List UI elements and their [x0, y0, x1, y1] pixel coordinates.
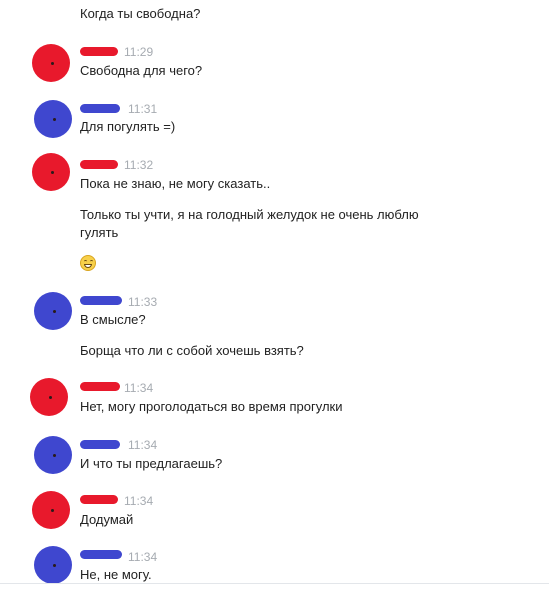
message-text: Борща что ли с собой хочешь взять? [80, 343, 304, 358]
sender-name-redacted[interactable] [80, 296, 122, 305]
sender-name-redacted[interactable] [80, 160, 118, 169]
message-text: Свободна для чего? [80, 63, 203, 78]
message-text: В смысле? [80, 312, 146, 327]
sender-name-redacted[interactable] [80, 104, 120, 113]
avatar[interactable] [30, 378, 68, 416]
sender-name-redacted[interactable] [80, 550, 122, 559]
message-timestamp: 11:33 [128, 295, 158, 309]
avatar[interactable] [32, 44, 70, 82]
message-text: Пока не знаю, не могу сказать.. [80, 176, 271, 191]
avatar[interactable] [32, 491, 70, 529]
message-text: Не, не могу. [80, 567, 152, 582]
sender-name-redacted[interactable] [80, 47, 118, 56]
divider [0, 583, 549, 584]
message-timestamp: 11:31 [128, 102, 158, 116]
sender-name-redacted[interactable] [80, 495, 118, 504]
sender-name-redacted[interactable] [80, 440, 120, 449]
avatar[interactable] [34, 100, 72, 138]
message-text: И что ты предлагаешь? [80, 456, 223, 471]
sender-name-redacted[interactable] [80, 382, 120, 391]
message-timestamp: 11:34 [124, 381, 154, 395]
message-timestamp: 11:32 [124, 158, 154, 172]
message-timestamp: 11:34 [128, 438, 158, 452]
grinning-face-emoji [80, 255, 96, 271]
message-text: Для погулять =) [80, 119, 176, 134]
message-text: Додумай [80, 512, 134, 527]
avatar[interactable] [34, 546, 72, 584]
message-timestamp: 11:34 [128, 550, 158, 564]
avatar[interactable] [32, 153, 70, 191]
avatar[interactable] [34, 292, 72, 330]
message-text: Нет, могу проголодаться во время прогулк… [80, 399, 343, 414]
message-text: Только ты учти, я на голодный желудок не… [80, 207, 419, 240]
message-timestamp: 11:34 [124, 494, 154, 508]
message-timestamp: 11:29 [124, 45, 154, 59]
chat-history: Когда ты свободна? 11:29 Свободна для че… [0, 0, 549, 589]
message-text: Когда ты свободна? [80, 6, 201, 21]
avatar[interactable] [34, 436, 72, 474]
